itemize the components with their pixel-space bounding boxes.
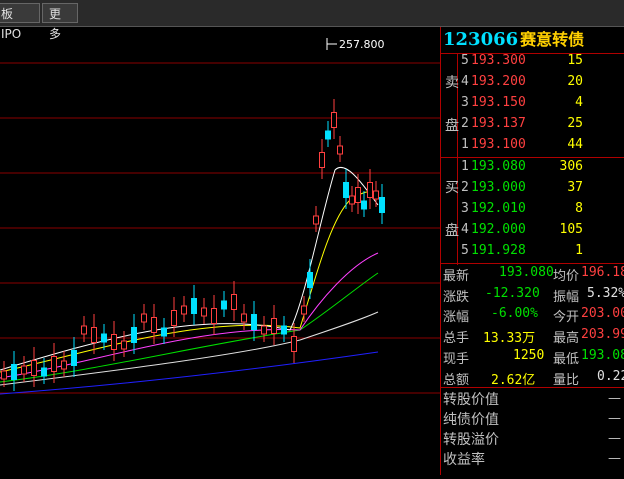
kline-svg: 257.800 xyxy=(0,38,440,395)
candle-body xyxy=(211,308,217,324)
candles xyxy=(1,99,385,391)
bid-row[interactable]: 2 193.000 37 xyxy=(461,178,624,199)
security-name: 赛意转债 xyxy=(520,30,585,49)
candle-body xyxy=(71,350,77,366)
security-code: 123066 xyxy=(443,29,519,50)
candle-body xyxy=(373,190,379,200)
candle-body xyxy=(201,307,207,317)
stat-row: 涨幅 -6.00% 今开 203.000 xyxy=(443,306,624,325)
candle-body xyxy=(61,360,67,370)
candle-body xyxy=(151,317,157,333)
sell-label-bottom: 盘 xyxy=(445,118,459,134)
conv-premium: — xyxy=(608,431,621,446)
conv-value-label: 转股价值 xyxy=(443,392,499,408)
candle-body xyxy=(111,334,117,350)
stat-row: 涨跌 -12.320 振幅 5.32% xyxy=(443,286,624,305)
candle-body xyxy=(161,327,167,337)
candle-body xyxy=(361,200,367,210)
buy-label-bottom: 盘 xyxy=(445,223,459,239)
stat-row: 最新 193.080 均价 196.184 xyxy=(443,265,624,284)
candle-body xyxy=(331,112,337,128)
candle-body xyxy=(231,294,237,310)
candle-body xyxy=(343,182,349,198)
candle-body xyxy=(291,336,297,352)
ask-row[interactable]: 3 193.150 4 xyxy=(461,93,624,114)
stat-row: 总手 13.33万 最高 203.999 xyxy=(443,327,624,346)
security-title: 123066 赛意转债 xyxy=(443,27,584,53)
bond-value: — xyxy=(608,411,621,426)
conv-value: — xyxy=(608,391,621,406)
candle-body xyxy=(11,364,17,380)
candle-body xyxy=(91,327,97,343)
candle-body xyxy=(281,325,287,335)
candle-body xyxy=(301,305,307,315)
sell-label-top: 卖 xyxy=(445,75,459,91)
candle-body xyxy=(307,272,313,288)
ask-row[interactable]: 4 193.200 20 xyxy=(461,72,624,93)
yield-value: — xyxy=(608,451,621,466)
ask-row[interactable]: 2 193.137 25 xyxy=(461,114,624,135)
candle-body xyxy=(367,182,373,198)
tab-more[interactable]: 更多 xyxy=(42,3,78,41)
peak-label: 257.800 xyxy=(339,38,385,51)
candle-body xyxy=(181,305,187,315)
ask-row[interactable]: 1 193.100 44 xyxy=(461,135,624,156)
stat-row: 总额 2.62亿 量比 0.22 xyxy=(443,369,624,388)
ma-line xyxy=(0,167,379,371)
candle-body xyxy=(1,370,7,380)
candle-body xyxy=(41,367,47,377)
candle-body xyxy=(21,365,27,375)
tab-bar: 板IPO 更多 xyxy=(0,0,624,41)
candle-body xyxy=(31,360,37,376)
candle-body xyxy=(349,195,355,205)
ask-row[interactable]: 5 193.300 15 xyxy=(461,51,624,72)
bid-row[interactable]: 1 193.080 306 xyxy=(461,157,624,178)
bid-row[interactable]: 5 191.928 1 xyxy=(461,241,624,262)
kline-chart[interactable]: 257.800 xyxy=(0,27,440,475)
buy-label-top: 买 xyxy=(445,180,459,196)
candle-body xyxy=(141,313,147,323)
stat-row: 现手 1250 最低 193.080 xyxy=(443,348,624,367)
candle-body xyxy=(251,314,257,330)
candle-body xyxy=(191,298,197,314)
candle-body xyxy=(319,152,325,168)
bid-row[interactable]: 4 192.000 105 xyxy=(461,220,624,241)
yield-label: 收益率 xyxy=(443,452,485,468)
tab-ipo[interactable]: 板IPO xyxy=(0,3,40,41)
bid-row[interactable]: 3 192.010 8 xyxy=(461,199,624,220)
candle-body xyxy=(313,215,319,225)
candle-body xyxy=(81,325,87,335)
quote-panel: 123066 赛意转债 卖 盘 5 193.300 15 4 193.200 20 3 19… xyxy=(440,27,624,475)
candle-body xyxy=(171,310,177,326)
candle-body xyxy=(241,313,247,323)
candle-body xyxy=(121,340,127,350)
candle-body xyxy=(379,197,385,213)
candle-body xyxy=(221,300,227,310)
candle-body xyxy=(337,145,343,155)
candle-body xyxy=(355,187,361,203)
bond-value-label: 纯债价值 xyxy=(443,412,499,428)
candle-body xyxy=(261,325,267,335)
candle-body xyxy=(131,327,137,343)
candle-body xyxy=(271,318,277,334)
ma-line xyxy=(0,191,379,373)
candle-body xyxy=(325,130,331,140)
conv-premium-label: 转股溢价 xyxy=(443,432,499,448)
candle-body xyxy=(51,356,57,372)
candle-body xyxy=(101,333,107,343)
